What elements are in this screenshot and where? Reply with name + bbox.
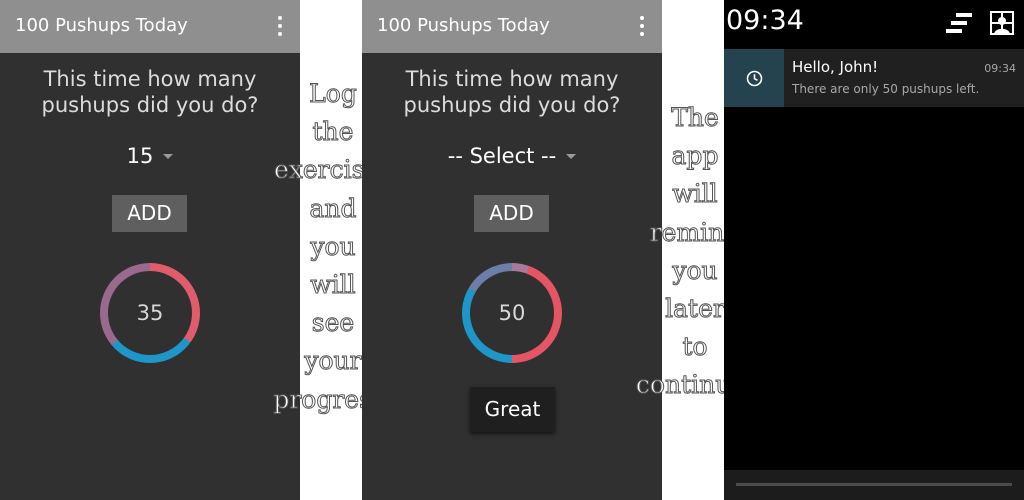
progress-count: 35 [136,301,164,325]
dropdown-caret-icon [566,153,577,159]
shade-drag-handle[interactable] [736,483,1012,486]
question-text: This time how many pushups did you do? [41,67,259,117]
add-button[interactable]: ADD [474,195,549,232]
notification-body: There are only 50 pushups left. [792,82,980,96]
screen-log-pushups: 100 Pushups Today This time how many pus… [0,0,300,500]
progress-ring: 35 [100,263,200,363]
spinner-value: -- Select -- [447,144,557,168]
screen-notification-shade: 09:34 Hello, John! There are only 50 pus… [724,0,1024,500]
notification-icon-area [724,49,784,107]
notification-title: Hello, John! [792,58,879,76]
app-bar: 100 Pushups Today [0,0,300,53]
add-button[interactable]: ADD [112,195,187,232]
status-clock: 09:34 [726,5,804,36]
progress-count: 50 [498,301,526,325]
dropdown-caret-icon [163,153,174,159]
app-title: 100 Pushups Today [15,15,188,36]
spinner-value: 15 [126,144,154,168]
pushups-count-spinner[interactable]: 15 [0,143,300,171]
notification-card[interactable]: Hello, John! There are only 50 pushups l… [724,49,1024,107]
status-bar: 09:34 [724,0,1024,48]
overflow-menu-icon[interactable] [628,12,656,40]
quick-settings-user-icon[interactable] [990,11,1014,35]
app-title: 100 Pushups Today [377,15,550,36]
question-text: This time how many pushups did you do? [403,67,621,117]
notification-list-icon[interactable] [946,13,974,35]
notification-time: 09:34 [984,62,1016,75]
pushups-count-spinner[interactable]: -- Select -- [362,143,662,171]
progress-ring: 50 [462,263,562,363]
overflow-menu-icon[interactable] [266,12,294,40]
clock-icon [746,70,763,87]
great-button[interactable]: Great [470,387,555,432]
shade-bottom-bar [724,470,1024,500]
screen-goal-reached: 100 Pushups Today This time how many pus… [362,0,662,500]
app-bar: 100 Pushups Today [362,0,662,53]
